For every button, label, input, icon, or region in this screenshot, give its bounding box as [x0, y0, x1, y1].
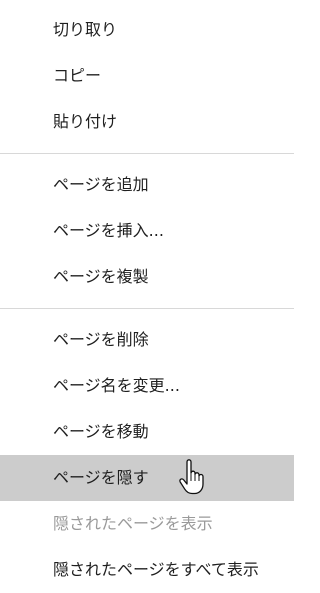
menu-separator: [0, 153, 294, 154]
menu-item-add-page[interactable]: ページを追加: [0, 162, 294, 208]
menu-item-insert-page[interactable]: ページを挿入...: [0, 208, 294, 254]
menu-item-label: ページを隠す: [53, 468, 149, 487]
context-menu: 切り取り コピー 貼り付け ページを追加 ページを挿入... ページを複製 ペー…: [0, 0, 294, 590]
hand-pointer-icon: [179, 459, 204, 495]
menu-item-rename-page[interactable]: ページ名を変更...: [0, 363, 294, 409]
menu-separator: [0, 308, 294, 309]
menu-item-hide-page[interactable]: ページを隠す: [0, 455, 294, 501]
menu-item-cut[interactable]: 切り取り: [0, 7, 294, 53]
menu-item-show-all-hidden-pages[interactable]: 隠されたページをすべて表示: [0, 547, 294, 593]
menu-item-delete-page[interactable]: ページを削除: [0, 317, 294, 363]
menu-item-move-page[interactable]: ページを移動: [0, 409, 294, 455]
menu-item-duplicate-page[interactable]: ページを複製: [0, 254, 294, 300]
menu-item-show-hidden-page: 隠されたページを表示: [53, 514, 213, 533]
menu-item-paste[interactable]: 貼り付け: [0, 99, 294, 145]
menu-item-copy[interactable]: コピー: [0, 53, 294, 99]
